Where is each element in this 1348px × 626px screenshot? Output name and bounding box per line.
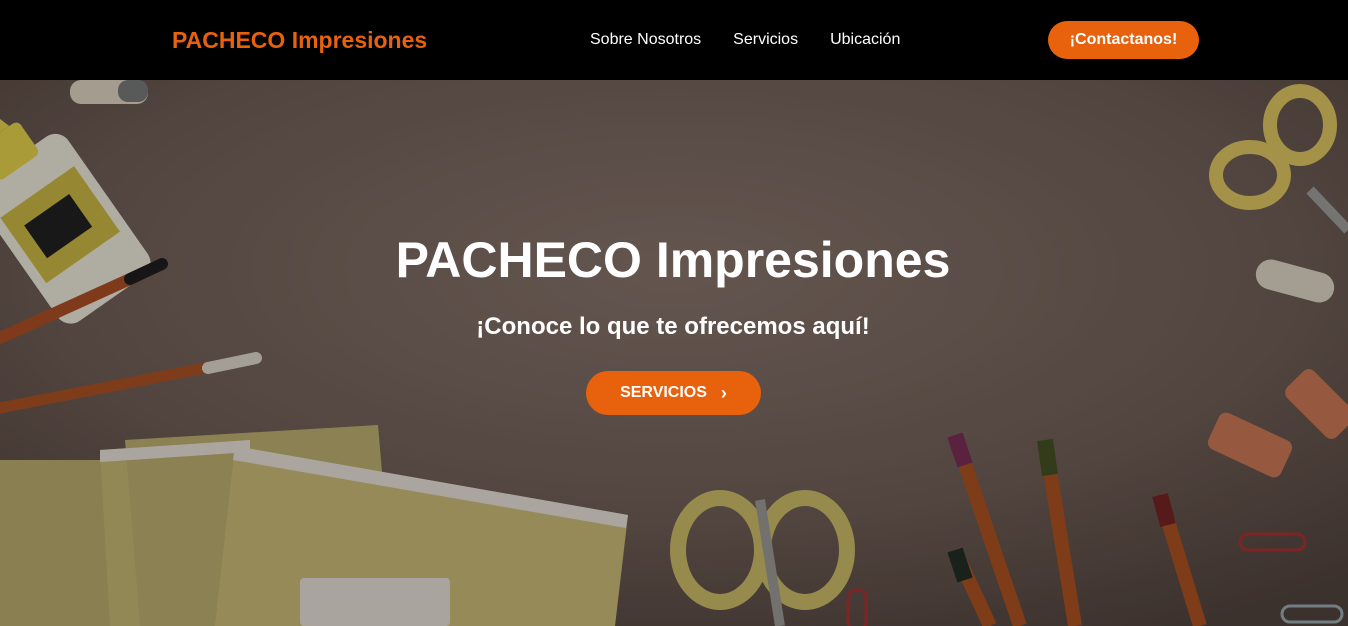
nav-links: Sobre Nosotros Servicios Ubicación — [590, 30, 900, 50]
hero-section: PACHECO Impresiones ¡Conoce lo que te of… — [0, 80, 1348, 626]
services-button-label: SERVICIOS — [620, 384, 707, 401]
nav-link-servicios[interactable]: Servicios — [733, 30, 798, 50]
nav-link-sobre-nosotros[interactable]: Sobre Nosotros — [590, 30, 701, 50]
chevron-right-icon: › — [720, 383, 727, 403]
hero-subtitle: ¡Conoce lo que te ofrecemos aquí! — [476, 313, 870, 340]
brand-logo-link[interactable]: PACHECO Impresiones — [172, 27, 427, 53]
nav-link-ubicacion[interactable]: Ubicación — [830, 30, 900, 50]
hero-background-image — [0, 80, 1348, 626]
services-button[interactable]: SERVICIOS › — [586, 371, 761, 415]
contact-button[interactable]: ¡Contactanos! — [1048, 21, 1199, 59]
navbar: PACHECO Impresiones Sobre Nosotros Servi… — [0, 0, 1348, 80]
hero-title: PACHECO Impresiones — [395, 232, 951, 288]
